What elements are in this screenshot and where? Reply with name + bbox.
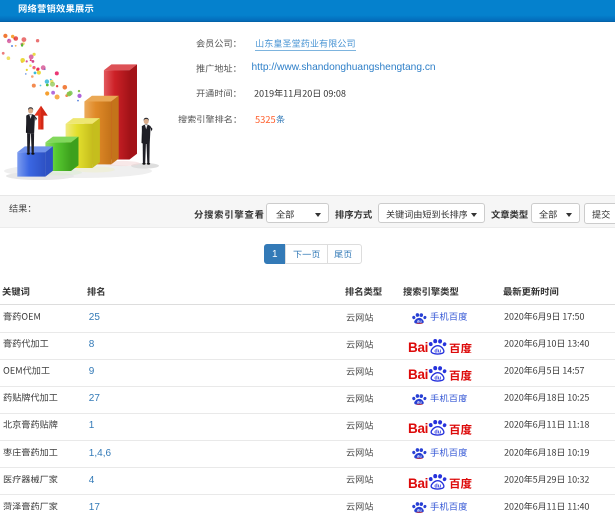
svg-text:du: du (434, 348, 441, 354)
svg-text:du: du (434, 375, 441, 381)
svg-text:du: du (434, 430, 441, 436)
svg-text:du: du (434, 484, 441, 490)
